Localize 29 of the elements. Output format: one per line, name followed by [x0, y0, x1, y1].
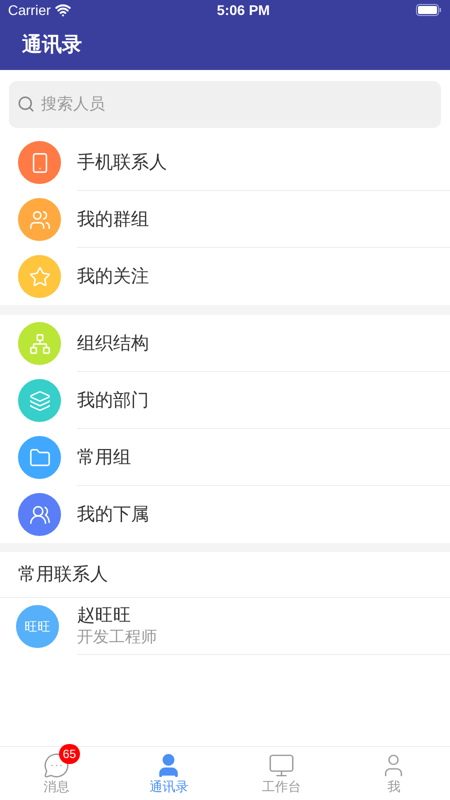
menu-item[interactable]: 组织结构	[0, 315, 450, 372]
menu-label: 常用组	[77, 446, 131, 468]
menu-label: 我的关注	[77, 265, 149, 288]
menu-label: 手机联系人	[77, 150, 167, 174]
contact-role: 开发工程师	[77, 628, 158, 648]
menu-item[interactable]: 我的关注	[0, 248, 450, 305]
contact-item[interactable]: 旺旺 赵旺旺 开发工程师	[0, 598, 450, 655]
menu-item[interactable]: 手机联系人	[0, 134, 450, 191]
menu-item[interactable]: 我的群组	[0, 191, 450, 248]
search-field[interactable]: 搜索人员	[9, 81, 441, 128]
menu-item[interactable]: 常用组	[0, 429, 450, 486]
menu-label: 我的下属	[77, 503, 149, 526]
avatar: 旺旺	[16, 605, 59, 648]
menu-item[interactable]: 我的部门	[0, 372, 450, 429]
wifi-icon	[54, 2, 71, 18]
carrier-label: Carrier	[8, 0, 51, 20]
battery-icon	[416, 4, 442, 16]
menu-label: 我的部门	[77, 388, 149, 412]
status-time: 5:06 PM	[216, 0, 270, 20]
unread-badge: 65	[58, 744, 80, 764]
menu-item[interactable]: 我的下属	[0, 486, 450, 543]
section-title: 常用联系人	[18, 563, 108, 586]
contact-name: 赵旺旺	[77, 604, 132, 627]
menu-label: 组织结构	[77, 332, 149, 354]
menu-label: 我的群组	[77, 208, 149, 230]
page-title: 通讯录	[22, 33, 82, 58]
monitor-icon	[268, 752, 295, 779]
search-icon	[17, 95, 35, 113]
tab[interactable]: 65 消息	[0, 747, 112, 800]
